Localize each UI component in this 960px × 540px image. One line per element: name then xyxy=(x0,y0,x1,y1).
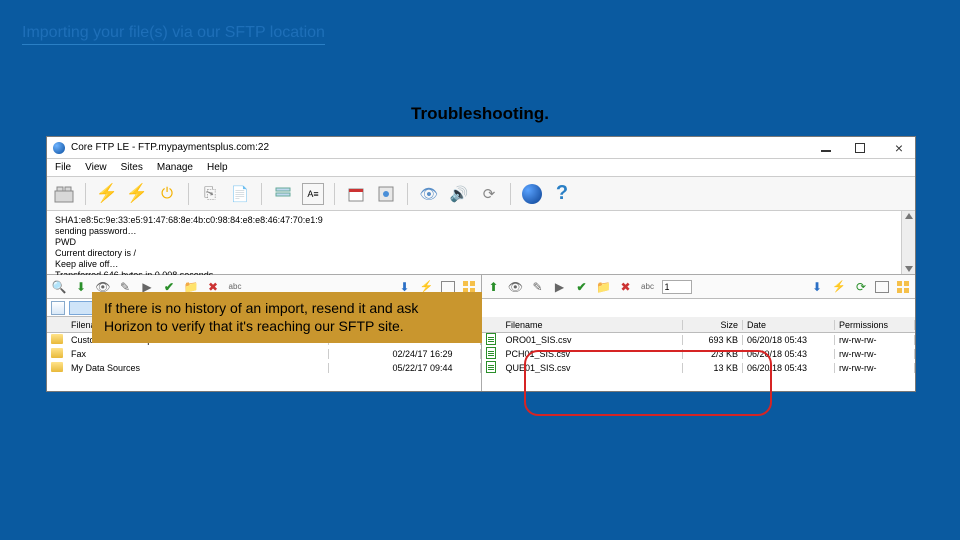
transfer-down-icon[interactable]: ⬇ xyxy=(809,279,825,295)
upload-icon[interactable]: ⬆ xyxy=(486,279,502,295)
settings-icon[interactable] xyxy=(272,183,294,205)
new-folder-icon[interactable]: 📁 xyxy=(596,279,612,295)
list-item[interactable]: PCH01_SIS.csv 2/3 KB 06/20/18 05:43 rw-r… xyxy=(482,347,916,361)
col-permissions[interactable]: Permissions xyxy=(835,320,915,330)
remote-pane: ⬆ 👁 ✎ ▶ ✔ 📁 ✖ abc ⬇ ⚡ ⟳ xyxy=(482,275,916,391)
minimize-button[interactable] xyxy=(821,144,841,152)
search-icon[interactable]: 🔍 xyxy=(51,279,67,295)
disconnect-icon[interactable]: ⏻ xyxy=(156,183,178,205)
edit-icon[interactable]: ✎ xyxy=(530,279,546,295)
csv-file-icon xyxy=(486,347,496,359)
log-line: Current directory is / xyxy=(55,248,907,259)
menu-view[interactable]: View xyxy=(85,162,107,173)
slide-subtitle: Troubleshooting. xyxy=(0,104,960,124)
view-icon[interactable]: 👁 xyxy=(418,183,440,205)
quick-connect-icon[interactable]: ⚡ xyxy=(96,183,118,205)
main-toolbar: ⚡ ⚡ ⏻ ⎘ 📄 A≡ 👁 🔊 ⟳ ? xyxy=(47,177,915,211)
menu-file[interactable]: File xyxy=(55,162,71,173)
folder-icon xyxy=(51,334,63,344)
tree-icon[interactable] xyxy=(895,279,911,295)
window-title: Core FTP LE - FTP.mypaymentsplus.com:22 xyxy=(71,142,821,153)
download-icon[interactable]: ⬇ xyxy=(73,279,89,295)
reconnect-icon[interactable]: ⚡ xyxy=(126,183,148,205)
refresh-small-icon[interactable]: ⟳ xyxy=(853,279,869,295)
view-file-icon[interactable]: 👁 xyxy=(508,279,524,295)
list-item[interactable]: QUE01_SIS.csv 13 KB 06/20/18 05:43 rw-rw… xyxy=(482,361,916,375)
maximize-button[interactable] xyxy=(855,143,875,153)
check-icon[interactable]: ✔ xyxy=(574,279,590,295)
abc-icon[interactable]: abc xyxy=(640,279,656,295)
schedule-icon[interactable] xyxy=(345,183,367,205)
remote-grid-header: Filename Size Date Permissions xyxy=(482,317,916,333)
list-item[interactable]: My Data Sources 05/22/17 09:44 xyxy=(47,361,481,375)
csv-file-icon xyxy=(486,333,496,345)
remote-grid-body: ORO01_SIS.csv 693 KB 06/20/18 05:43 rw-r… xyxy=(482,333,916,391)
col-filename[interactable]: Filename xyxy=(502,320,684,330)
log-panel: SHA1:e8:5c:9e:33:e5:91:47:68:8e:4b:c0:98… xyxy=(47,211,915,275)
log-line: PWD xyxy=(55,237,907,248)
menubar: File View Sites Manage Help xyxy=(47,159,915,177)
log-scrollbar[interactable] xyxy=(901,211,915,274)
home-icon[interactable] xyxy=(521,183,543,205)
sound-icon[interactable]: 🔊 xyxy=(448,183,470,205)
log-line: Keep alive off… xyxy=(55,259,907,270)
callout-box: If there is no history of an import, res… xyxy=(92,292,482,343)
menu-manage[interactable]: Manage xyxy=(157,162,193,173)
list-item[interactable]: ORO01_SIS.csv 693 KB 06/20/18 05:43 rw-r… xyxy=(482,333,916,347)
refresh-icon[interactable]: ⟳ xyxy=(478,183,500,205)
help-icon[interactable]: ? xyxy=(551,183,573,205)
list-item[interactable]: Fax 02/24/17 16:29 xyxy=(47,347,481,361)
slide-title: Importing your file(s) via our SFTP loca… xyxy=(22,24,325,45)
app-icon xyxy=(53,142,65,154)
drive-icon[interactable] xyxy=(51,301,65,315)
site-manager-icon[interactable] xyxy=(53,183,75,205)
ftp-app-window: Core FTP LE - FTP.mypaymentsplus.com:22 … xyxy=(46,136,916,392)
spin-input[interactable] xyxy=(662,280,692,294)
log-line: SHA1:e8:5c:9e:33:e5:91:47:68:8e:4b:c0:98… xyxy=(55,215,907,226)
menu-sites[interactable]: Sites xyxy=(121,162,143,173)
folder-icon xyxy=(51,348,63,358)
bolt-icon[interactable]: ⚡ xyxy=(831,279,847,295)
col-date[interactable]: Date xyxy=(743,320,835,330)
options-icon[interactable] xyxy=(375,183,397,205)
folder-icon xyxy=(51,362,63,372)
remote-toolbar: ⬆ 👁 ✎ ▶ ✔ 📁 ✖ abc ⬇ ⚡ ⟳ xyxy=(482,275,916,299)
play-icon[interactable]: ▶ xyxy=(552,279,568,295)
titlebar: Core FTP LE - FTP.mypaymentsplus.com:22 … xyxy=(47,137,915,159)
log-line: sending password… xyxy=(55,226,907,237)
paste-icon[interactable]: 📄 xyxy=(229,183,251,205)
copy-icon[interactable]: ⎘ xyxy=(199,183,221,205)
mode-icon[interactable] xyxy=(441,281,455,293)
close-button[interactable]: × xyxy=(889,143,909,153)
csv-file-icon xyxy=(486,361,496,373)
col-size[interactable]: Size xyxy=(683,320,743,330)
text-view-icon[interactable]: A≡ xyxy=(302,183,324,205)
delete-icon[interactable]: ✖ xyxy=(618,279,634,295)
menu-help[interactable]: Help xyxy=(207,162,228,173)
mode-icon[interactable] xyxy=(875,281,889,293)
